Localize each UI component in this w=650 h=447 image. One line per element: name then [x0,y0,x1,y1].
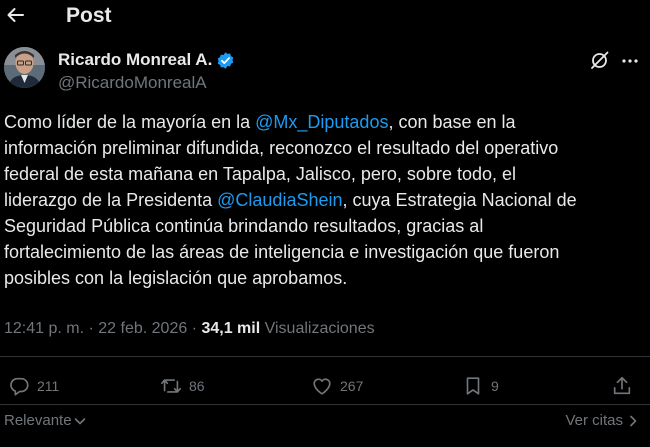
grok-button[interactable] [589,50,610,71]
meta-separator: · [187,320,202,337]
reply-icon [10,377,29,396]
avatar-image [4,47,45,88]
views-label: Visualizaciones [260,320,375,337]
repost-icon [161,379,181,393]
tweet-text-segment: , cuya Estrategia Nacional de [342,190,577,210]
more-options-button[interactable] [620,50,640,71]
tweet-line: información preliminar difundida, recono… [4,138,559,158]
author-name[interactable]: Ricardo Monreal A. [58,49,212,71]
tweet-meta: 12:41 p. m. · 22 feb. 2026 · 34,1 mil Vi… [4,318,375,340]
heart-icon [313,378,331,395]
tweet-text-segment: Como líder de la mayoría en la [4,112,256,132]
tweet-text: Como líder de la mayoría en la @Mx_Diput… [4,109,644,291]
more-dots-icon [622,58,638,63]
author-handle[interactable]: @RicardoMonrealA [58,72,207,94]
verified-badge-icon [216,51,235,70]
tweet-text-segment: , con base en la [388,112,516,132]
tweet-line: fortalecimiento de las áreas de intelige… [4,242,560,262]
like-count: 267 [340,378,364,394]
tweet-line: Seguridad Pública continúa brindando res… [4,216,484,236]
divider [0,356,650,357]
tweet-time[interactable]: 12:41 p. m. [4,320,84,337]
tweet-text-segment: liderazgo de la Presidenta [4,190,218,210]
like-button[interactable]: 267 [311,374,363,398]
meta-separator: · [84,320,99,337]
back-button[interactable] [6,4,24,26]
author-name-row[interactable]: Ricardo Monreal A. [58,49,235,71]
mention-link[interactable]: @Mx_Diputados [255,112,388,132]
page-title: Post [66,4,112,27]
share-button[interactable] [611,374,633,398]
tweet-line: Como líder de la mayoría en la @Mx_Diput… [4,109,644,135]
tweet-line: federal de esta mañana en Tapalpa, Jalis… [4,164,517,184]
chevron-down-icon [74,418,85,425]
mention-link[interactable]: @ClaudiaShein [217,190,342,210]
sort-replies-dropdown[interactable]: Relevante [4,410,86,432]
bookmark-icon [466,377,480,395]
bookmark-button[interactable]: 9 [462,374,499,398]
divider [0,404,650,405]
repost-count: 86 [189,378,205,394]
grok-icon [591,51,609,69]
arrow-left-icon [7,8,24,22]
tweet-line: posibles con la legislación que aprobamo… [4,268,348,288]
tweet-line: liderazgo de la Presidenta @ClaudiaShein… [4,187,644,213]
tweet-date[interactable]: 22 feb. 2026 [98,320,187,337]
repost-button[interactable]: 86 [160,374,205,398]
sort-label: Relevante [4,412,72,429]
share-icon [613,376,631,395]
top-bar: Post [0,0,650,34]
quotes-label: Ver citas [565,412,623,429]
reply-count: 211 [37,378,60,394]
avatar[interactable] [4,47,45,88]
bookmark-count: 9 [491,378,499,394]
reply-button[interactable]: 211 [8,374,59,398]
view-quotes-link[interactable]: Ver citas [565,410,638,432]
chevron-right-icon [630,415,637,427]
views-count: 34,1 mil [201,320,261,337]
